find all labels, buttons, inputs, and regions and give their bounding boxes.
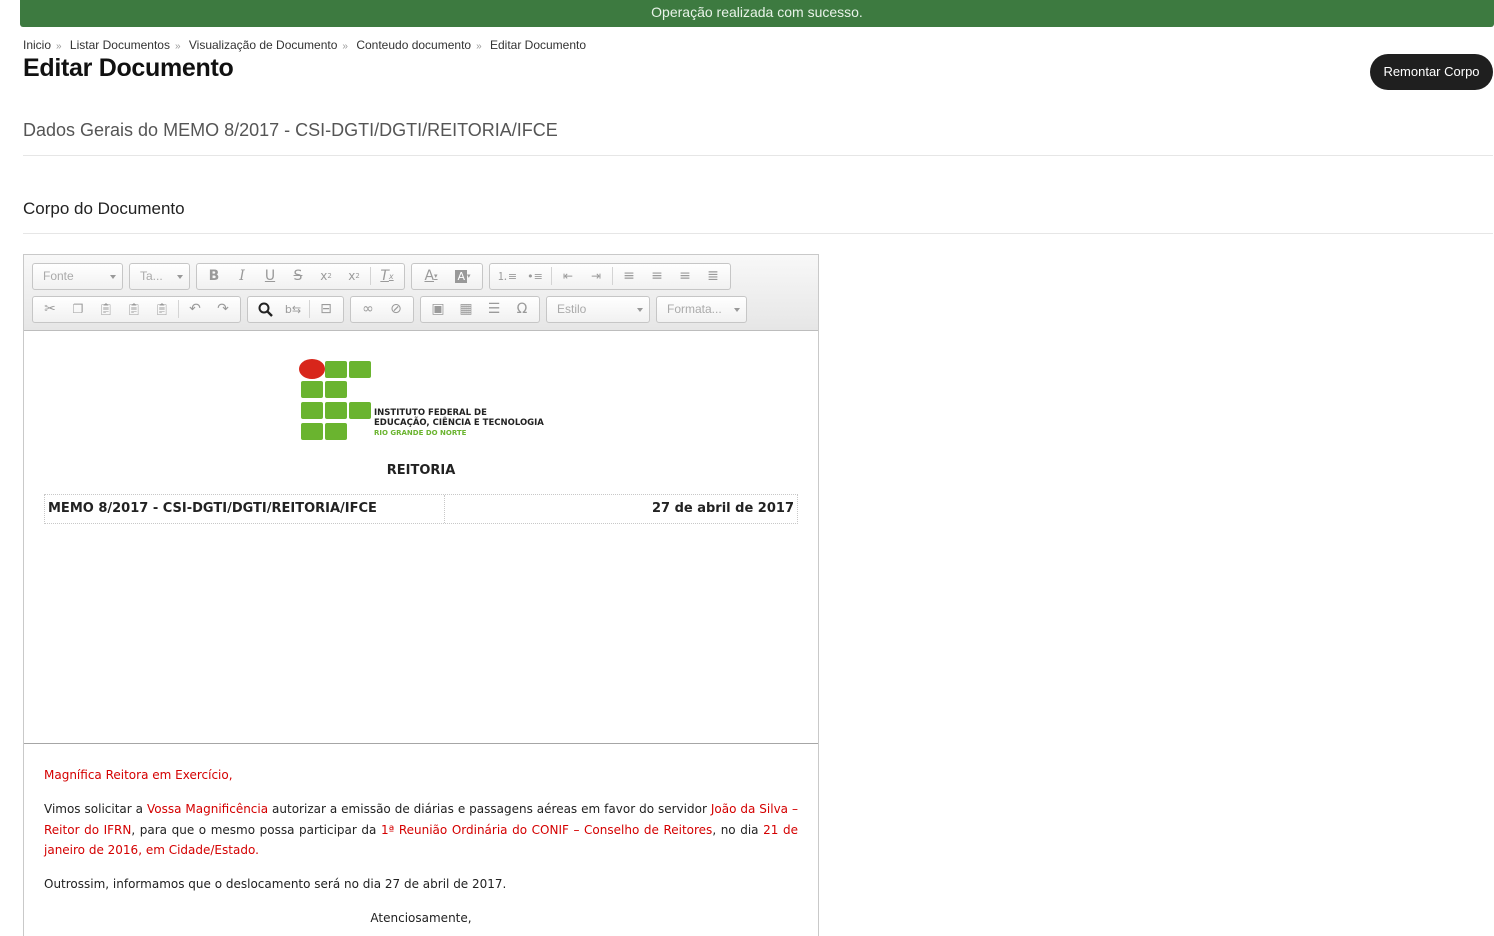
horizontal-line-icon[interactable]: ☰ (480, 298, 508, 321)
body-paragraph: Outrossim, informamos que o deslocamento… (44, 877, 507, 891)
logo-red-circle (299, 359, 325, 379)
logo-square (325, 361, 347, 378)
success-alert: Operação realizada com sucesso. (20, 0, 1494, 27)
paragraph-group: ⒈≡ •≡ ⇤ ⇥ ≡ ≡ ≡ ≣ (489, 262, 731, 290)
document-body-area[interactable]: Magnífica Reitora em Exercício, Vimos so… (24, 743, 818, 936)
divider (23, 155, 1493, 156)
logo-text-line3: RIO GRANDE DO NORTE (374, 429, 467, 437)
paste-text-icon[interactable]: 📋︎ (120, 298, 148, 321)
link-icon[interactable]: ∞ (354, 298, 382, 321)
clipboard-group: ✂ ❐ 📋︎ 📋︎ 📋︎ ↶ ↷ (32, 295, 241, 323)
breadcrumb-visualizacao-documento[interactable]: Visualização de Documento (189, 38, 338, 52)
logo-square (325, 423, 347, 440)
text-color-icon[interactable]: A ▾ (415, 265, 447, 288)
copy-icon[interactable]: ❐ (64, 298, 92, 321)
editor-toolbar: Fonte Ta... B I U S x2 x2 Tx A ▾ A ▾ ⒈≡ •≡… (24, 255, 818, 331)
memo-id: MEMO 8/2017 - CSI-DGTI/DGTI/REITORIA/IFC… (45, 495, 445, 523)
breadcrumb-current: Editar Documento (489, 38, 587, 52)
logo-text-line1: INSTITUTO FEDERAL DE (374, 408, 487, 418)
toolbar-separator (370, 267, 371, 285)
undo-icon[interactable]: ↶ (181, 298, 209, 321)
strikethrough-icon[interactable]: S (284, 265, 312, 288)
text-format-group: B I U S x2 x2 Tx (196, 262, 405, 290)
toolbar-separator (178, 300, 179, 318)
indent-icon[interactable]: ⇥ (582, 265, 610, 288)
breadcrumb-separator: » (342, 41, 348, 52)
subscript-icon[interactable]: x2 (312, 265, 340, 288)
outdent-icon[interactable]: ⇤ (554, 265, 582, 288)
breadcrumb-conteudo-documento[interactable]: Conteudo documento (356, 38, 471, 52)
image-icon[interactable]: ▣ (424, 298, 452, 321)
redo-icon[interactable]: ↷ (209, 298, 237, 321)
breadcrumb-separator: » (56, 41, 62, 52)
remove-format-icon[interactable]: Tx (373, 265, 401, 288)
paste-icon[interactable]: 📋︎ (92, 298, 120, 321)
numbered-list-icon[interactable]: ⒈≡ (493, 265, 521, 288)
style-select[interactable]: Estilo (546, 295, 650, 323)
link-group: ∞ ⊘ (350, 295, 414, 323)
special-char-icon[interactable]: Ω (508, 298, 536, 321)
font-size-select[interactable]: Ta... (129, 262, 190, 290)
breadcrumb-separator: » (476, 41, 482, 52)
memo-date: 27 de abril de 2017 (651, 501, 794, 516)
cut-icon[interactable]: ✂ (36, 298, 64, 321)
divider (23, 233, 1493, 234)
memo-header-table: MEMO 8/2017 - CSI-DGTI/DGTI/REITORIA/IFC… (44, 494, 798, 524)
logo-square (325, 402, 347, 419)
align-center-icon[interactable]: ≡ (643, 265, 671, 288)
logo-square (349, 402, 371, 419)
insert-group: ▣ ▦ ☰ Ω (420, 295, 540, 323)
document-header-area[interactable]: INSTITUTO FEDERAL DE EDUCAÇÃO, CIÊNCIA E… (24, 332, 818, 743)
logo-square (301, 381, 323, 398)
background-color-icon[interactable]: A ▾ (447, 265, 479, 288)
dados-gerais-heading[interactable]: Dados Gerais do MEMO 8/2017 - CSI-DGTI/D… (23, 120, 558, 141)
breadcrumb: Inicio » Listar Documentos » Visualização … (23, 38, 586, 52)
body-paragraph: Vimos solicitar a Vossa Magnificência au… (44, 799, 798, 861)
unlink-icon[interactable]: ⊘ (382, 298, 410, 321)
toolbar-separator (612, 267, 613, 285)
page-title: Editar Documento (23, 54, 234, 82)
text-run: autorizar a emissão de diárias e passage… (268, 802, 711, 816)
underline-icon[interactable]: U (256, 265, 284, 288)
search-icon[interactable] (251, 298, 279, 321)
corpo-documento-heading: Corpo do Documento (23, 199, 185, 218)
align-left-icon[interactable]: ≡ (615, 265, 643, 288)
logo-text-line2: EDUCAÇÃO, CIÊNCIA E TECNOLOGIA (374, 418, 544, 428)
breadcrumb-listar-documentos[interactable]: Listar Documentos (70, 38, 170, 52)
align-right-icon[interactable]: ≡ (671, 265, 699, 288)
text-run-highlight: Vossa Magnificência (146, 802, 269, 816)
color-group: A ▾ A ▾ (411, 262, 483, 290)
toolbar-separator (551, 267, 552, 285)
remontar-corpo-button[interactable]: Remontar Corpo (1370, 54, 1493, 90)
align-justify-icon[interactable]: ≣ (699, 265, 727, 288)
logo-square (349, 361, 371, 378)
text-run-highlight: 1ª Reunião Ordinária do CONIF – Conselho… (380, 822, 713, 837)
format-select[interactable]: Formata... (656, 295, 747, 323)
unit-title: REITORIA (386, 463, 456, 478)
replace-icon[interactable]: b⇆ (279, 298, 307, 321)
rich-text-editor: Fonte Ta... B I U S x2 x2 Tx A ▾ A ▾ ⒈≡ •≡… (23, 254, 819, 936)
text-run: , para que o mesmo possa participar da (131, 822, 381, 837)
bulleted-list-icon[interactable]: •≡ (521, 265, 549, 288)
superscript-icon[interactable]: x2 (340, 265, 368, 288)
paste-word-icon[interactable]: 📋︎ (148, 298, 176, 321)
logo-square (301, 423, 323, 440)
text-run: , no dia (712, 822, 764, 837)
logo-square (325, 381, 347, 398)
breadcrumb-inicio[interactable]: Inicio (23, 38, 51, 52)
bold-icon[interactable]: B (200, 265, 228, 288)
salutation: Magnífica Reitora em Exercício, (44, 768, 233, 782)
table-icon[interactable]: ▦ (452, 298, 480, 321)
closing: Atenciosamente, (370, 911, 472, 925)
logo-square (301, 402, 323, 419)
font-family-select[interactable]: Fonte (32, 262, 123, 290)
breadcrumb-separator: » (174, 41, 181, 52)
toolbar-separator (309, 300, 310, 318)
select-all-icon[interactable]: ⊟ (312, 298, 340, 321)
ifrn-logo: INSTITUTO FEDERAL DE EDUCAÇÃO, CIÊNCIA E… (299, 359, 559, 445)
italic-icon[interactable]: I (228, 265, 256, 288)
find-group: b⇆ ⊟ (247, 295, 344, 323)
text-run: Vimos solicitar a (44, 802, 147, 816)
